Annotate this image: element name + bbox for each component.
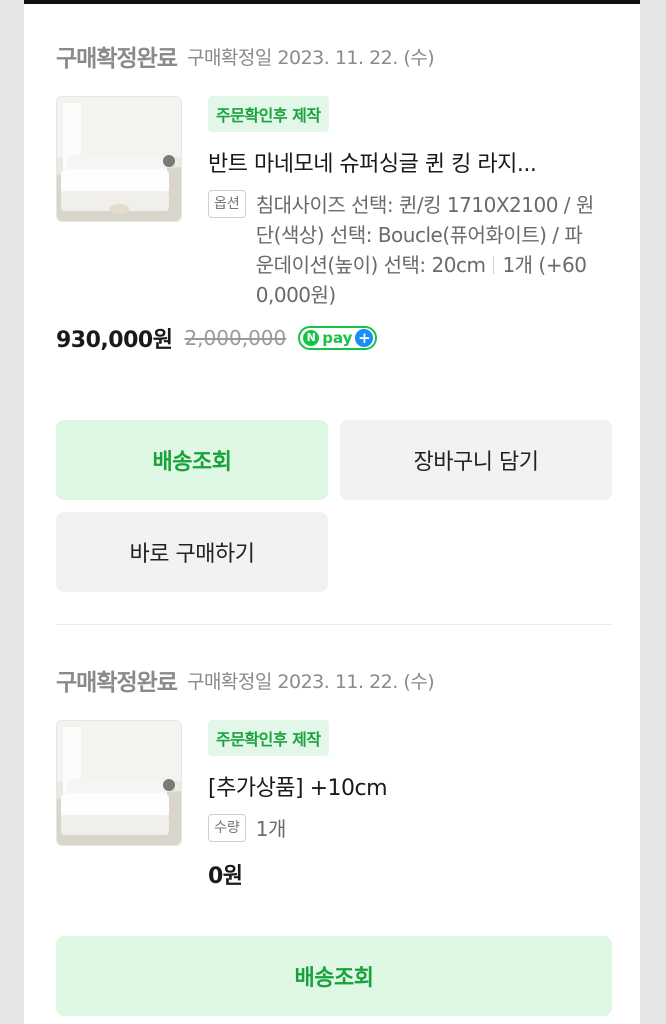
product-name[interactable]: 반트 마네모네 슈퍼싱글 퀸 킹 라지... bbox=[208, 146, 612, 178]
order-status-line: 구매확정완료 구매확정일 2023. 11. 22. (수) bbox=[56, 660, 612, 700]
price-row: 0원 bbox=[208, 858, 612, 890]
product-thumbnail[interactable] bbox=[56, 720, 182, 846]
side-gutter-left bbox=[0, 0, 24, 1024]
product-thumbnail[interactable] bbox=[56, 96, 182, 222]
product-row[interactable]: 주문확인후 제작 [추가상품] +10cm 수량 1개 0원 bbox=[56, 720, 612, 890]
price-row: 930,000원 2,000,000 N pay + bbox=[56, 322, 612, 354]
product-row[interactable]: 주문확인후 제작 반트 마네모네 슈퍼싱글 퀸 킹 라지... 옵션 침대사이즈… bbox=[56, 96, 612, 354]
order-divider bbox=[56, 624, 612, 625]
confirm-date: 구매확정일 2023. 11. 22. (수) bbox=[186, 670, 435, 693]
npay-text: pay bbox=[322, 329, 353, 347]
order-status-line: 구매확정완료 구매확정일 2023. 11. 22. (수) bbox=[56, 36, 612, 76]
quantity-chip: 수량 bbox=[208, 814, 246, 842]
buy-now-button[interactable]: 바로 구매하기 bbox=[56, 512, 328, 592]
plus-icon: + bbox=[355, 329, 374, 347]
option-divider bbox=[493, 256, 495, 274]
confirm-date: 구매확정일 2023. 11. 22. (수) bbox=[186, 46, 435, 69]
order-card: 구매확정완료 구매확정일 2023. 11. 22. (수) 주문확인후 제작 … bbox=[56, 36, 612, 592]
sale-price: 930,000원 bbox=[56, 328, 173, 353]
sale-price: 0원 bbox=[208, 864, 243, 889]
side-gutter-right bbox=[640, 0, 666, 1024]
original-price: 2,000,000 bbox=[184, 326, 287, 350]
option-text-block: 침대사이즈 선택: 퀸/킹 1710X2100 / 원단(색상) 선택: Bou… bbox=[256, 190, 596, 310]
product-info: 주문확인후 제작 반트 마네모네 슈퍼싱글 퀸 킹 라지... 옵션 침대사이즈… bbox=[208, 96, 612, 310]
option-row: 옵션 침대사이즈 선택: 퀸/킹 1710X2100 / 원단(색상) 선택: … bbox=[208, 190, 612, 310]
made-to-order-badge: 주문확인후 제작 bbox=[208, 720, 329, 756]
product-name[interactable]: [추가상품] +10cm bbox=[208, 770, 612, 802]
add-to-cart-button[interactable]: 장바구니 담기 bbox=[340, 420, 612, 500]
quantity-text: 1개 bbox=[255, 817, 287, 841]
product-info: 주문확인후 제작 [추가상품] +10cm 수량 1개 bbox=[208, 720, 612, 844]
made-to-order-badge: 주문확인후 제작 bbox=[208, 96, 329, 132]
option-row: 수량 1개 bbox=[208, 814, 612, 844]
track-delivery-button[interactable]: 배송조회 bbox=[56, 420, 328, 500]
option-chip: 옵션 bbox=[208, 190, 246, 218]
order-status: 구매확정완료 bbox=[56, 46, 178, 72]
track-delivery-button[interactable]: 배송조회 bbox=[56, 936, 612, 1016]
order-card: 구매확정완료 구매확정일 2023. 11. 22. (수) 주문확인후 제작 … bbox=[56, 660, 612, 1016]
order-list-panel: 구매확정완료 구매확정일 2023. 11. 22. (수) 주문확인후 제작 … bbox=[24, 4, 640, 1024]
npay-plus-icon: N pay + bbox=[298, 326, 378, 350]
npay-n-mark: N bbox=[303, 330, 320, 346]
order-status: 구매확정완료 bbox=[56, 670, 178, 696]
